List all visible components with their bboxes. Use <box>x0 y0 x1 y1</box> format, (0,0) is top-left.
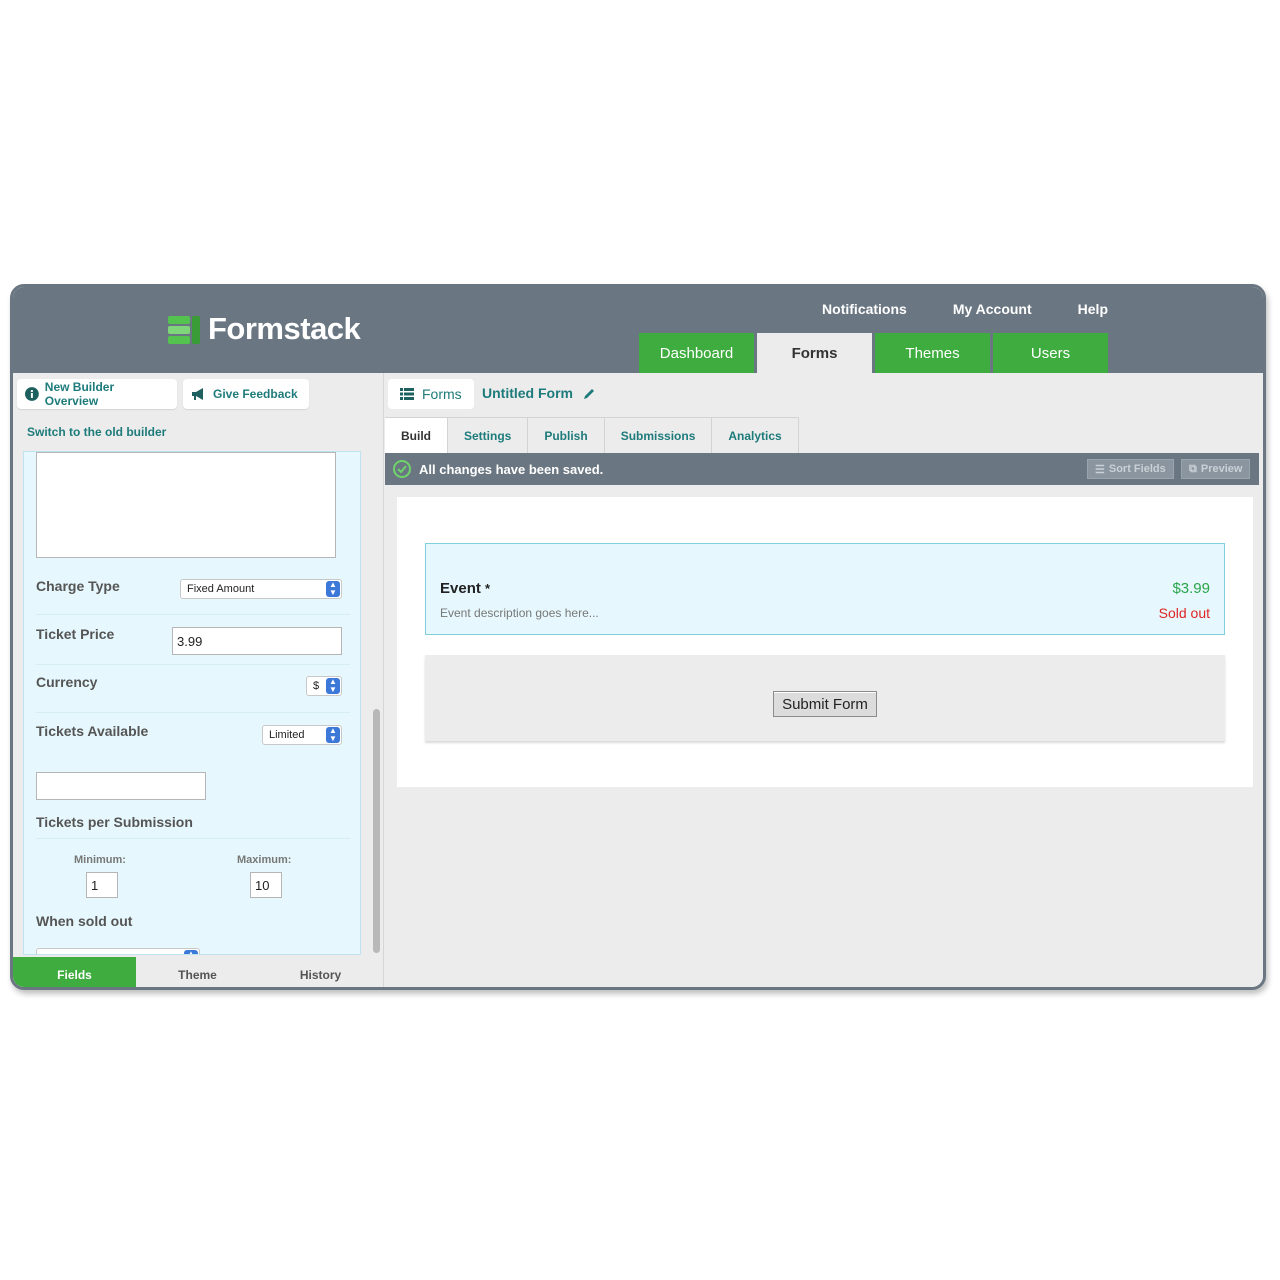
save-status-text: All changes have been saved. <box>419 461 604 477</box>
notifications-link[interactable]: Notifications <box>822 301 907 317</box>
maximum-value: 10 <box>255 877 270 893</box>
minimum-input[interactable]: 1 <box>86 872 118 898</box>
new-builder-overview-button[interactable]: New Builder Overview <box>17 379 177 409</box>
event-description: Event description goes here... <box>440 606 599 620</box>
ticket-price-input[interactable]: 3.99 <box>172 627 342 655</box>
tab-publish[interactable]: Publish <box>528 417 605 453</box>
when-sold-out-select[interactable]: ▲▼ <box>36 948 200 954</box>
switch-old-builder-link[interactable]: Switch to the old builder <box>27 425 166 439</box>
select-arrows-icon: ▲▼ <box>326 581 340 597</box>
help-link[interactable]: Help <box>1078 301 1108 317</box>
tickets-per-submission-label: Tickets per Submission <box>36 814 193 830</box>
tab-analytics[interactable]: Analytics <box>712 417 799 453</box>
tab-themes[interactable]: Themes <box>875 333 990 373</box>
tab-build[interactable]: Build <box>385 417 448 453</box>
megaphone-icon <box>192 388 203 400</box>
form-subtabs: Build Settings Publish Submissions Analy… <box>385 417 799 453</box>
currency-select[interactable]: $ ▲ ▼ <box>306 676 342 696</box>
give-feedback-label: Give Feedback <box>213 387 298 401</box>
pencil-icon[interactable] <box>582 387 596 401</box>
when-sold-out-label: When sold out <box>36 913 133 929</box>
forms-breadcrumb[interactable]: Forms <box>388 379 474 409</box>
my-account-link[interactable]: My Account <box>953 301 1032 317</box>
minimum-label: Minimum: <box>74 854 126 866</box>
tab-history[interactable]: History <box>259 957 382 987</box>
select-arrows-icon: ▲▼ <box>326 727 340 743</box>
main-tabs: Dashboard Forms Themes Users <box>639 333 1108 373</box>
event-sold-out: Sold out <box>1158 605 1210 621</box>
tab-forms[interactable]: Forms <box>757 333 872 373</box>
give-feedback-button[interactable]: Give Feedback <box>183 379 309 409</box>
tab-dashboard[interactable]: Dashboard <box>639 333 754 373</box>
external-link-icon: ⧉ <box>1189 462 1197 475</box>
preview-label: Preview <box>1200 463 1243 475</box>
maximum-input[interactable]: 10 <box>250 872 282 898</box>
list-icon <box>400 388 414 400</box>
sort-fields-button[interactable]: ☰ Sort Fields <box>1087 459 1174 479</box>
required-marker: * <box>485 581 491 596</box>
event-price: $3.99 <box>1172 580 1210 597</box>
app-header: Formstack Notifications My Account Help … <box>13 287 1263 373</box>
form-title[interactable]: Untitled Form <box>482 385 573 401</box>
currency-label: Currency <box>36 674 98 690</box>
tab-users[interactable]: Users <box>993 333 1108 373</box>
form-builder-area: Forms Untitled Form Build Settings Publi… <box>383 373 1263 987</box>
tickets-available-input[interactable] <box>36 772 206 800</box>
tickets-available-select[interactable]: Limited ▲ ▼ <box>262 725 342 745</box>
tab-fields[interactable]: Fields <box>13 957 136 987</box>
panel-scrollbar[interactable] <box>373 709 380 953</box>
top-nav: Notifications My Account Help <box>822 301 1108 317</box>
formstack-logo[interactable]: Formstack <box>168 309 361 349</box>
field-settings-panel: New Builder Overview Give Feedback Switc… <box>13 373 383 987</box>
maximum-label: Maximum: <box>237 854 292 866</box>
formstack-logo-icon <box>168 312 202 346</box>
save-status-bar: All changes have been saved. ☰ Sort Fiel… <box>385 453 1259 485</box>
currency-value: $ <box>313 680 320 692</box>
preview-button[interactable]: ⧉ Preview <box>1181 459 1251 479</box>
sort-icon: ☰ <box>1095 463 1105 476</box>
select-arrows-icon: ▲▼ <box>326 678 340 694</box>
charge-type-label: Charge Type <box>36 578 120 594</box>
tab-theme[interactable]: Theme <box>136 957 259 987</box>
tickets-available-label: Tickets Available <box>36 723 149 739</box>
submit-form-button[interactable]: Submit Form <box>773 691 877 717</box>
ticket-price-label: Ticket Price <box>36 626 115 642</box>
form-canvas: Event * Event description goes here... $… <box>397 497 1253 787</box>
tab-settings[interactable]: Settings <box>448 417 529 453</box>
info-icon <box>25 387 39 401</box>
panel-tabs: Fields Theme History <box>13 957 383 987</box>
event-title-text: Event <box>440 580 481 597</box>
event-field[interactable]: Event * Event description goes here... $… <box>425 543 1225 635</box>
divider <box>36 614 350 615</box>
formstack-app: Formstack Notifications My Account Help … <box>10 284 1266 990</box>
new-builder-overview-label: New Builder Overview <box>44 380 115 408</box>
sort-fields-label: Sort Fields <box>1108 463 1166 475</box>
tickets-available-value: Limited <box>269 729 305 741</box>
submit-area: Submit Form <box>425 655 1225 741</box>
divider <box>36 712 350 713</box>
ticket-price-value: 3.99 <box>177 633 203 649</box>
tab-submissions[interactable]: Submissions <box>604 417 713 453</box>
event-title: Event * <box>440 580 490 597</box>
field-options: Charge Type Fixed Amount ▲ ▼ Ticket Price… <box>23 451 361 955</box>
charge-type-value: Fixed Amount <box>187 583 255 595</box>
brand-name: Formstack <box>208 311 361 346</box>
check-circle-icon <box>393 460 411 478</box>
description-textarea[interactable] <box>36 452 336 558</box>
minimum-value: 1 <box>91 877 99 893</box>
divider <box>36 664 350 665</box>
divider <box>36 838 350 839</box>
forms-breadcrumb-label: Forms <box>422 386 462 402</box>
select-arrows-icon: ▲▼ <box>184 950 198 954</box>
charge-type-select[interactable]: Fixed Amount ▲ ▼ <box>180 579 342 599</box>
